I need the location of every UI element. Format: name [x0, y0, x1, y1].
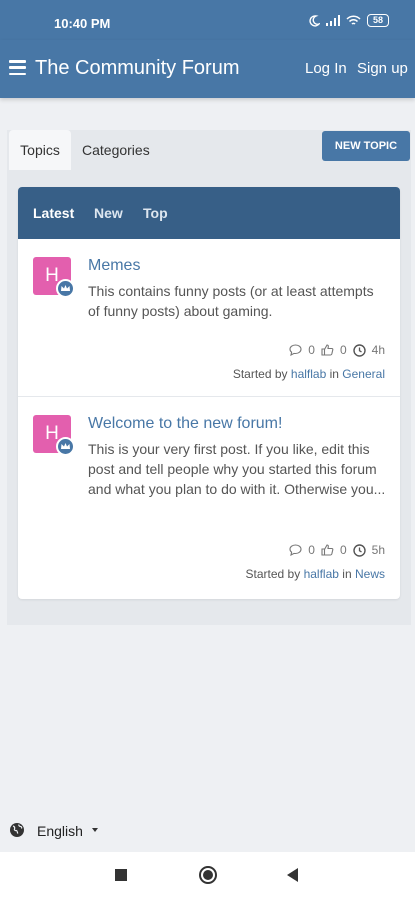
- hamburger-menu-icon[interactable]: [9, 60, 26, 75]
- filter-top[interactable]: Top: [143, 205, 168, 221]
- tab-topics[interactable]: Topics: [9, 130, 71, 170]
- signup-button[interactable]: Sign up: [357, 60, 408, 77]
- login-button[interactable]: Log In: [305, 60, 347, 77]
- started-by-label: Started by: [245, 567, 301, 581]
- category-link[interactable]: General: [342, 367, 385, 381]
- author-link[interactable]: halflab: [291, 367, 326, 381]
- like-count: 0: [339, 543, 347, 557]
- like-icon: [321, 544, 334, 556]
- topic-filter-nav: Latest New Top: [18, 187, 400, 239]
- topic-stats: 0 0 5h: [289, 543, 385, 557]
- crown-badge-icon: [56, 437, 75, 456]
- moon-icon: [309, 14, 320, 27]
- topic-age: 5h: [371, 543, 385, 557]
- author-link[interactable]: halflab: [304, 567, 339, 581]
- clock-icon: [352, 343, 366, 357]
- comment-icon: [289, 344, 302, 356]
- filter-new[interactable]: New: [94, 205, 123, 221]
- wifi-icon: [346, 15, 361, 25]
- main-content: Topics Categories NEW TOPIC Latest New T…: [7, 130, 411, 625]
- topic-excerpt: This contains funny posts (or at least a…: [88, 283, 374, 319]
- reply-count: 0: [308, 343, 315, 357]
- topic-title[interactable]: Memes: [88, 257, 140, 275]
- status-icons: 58: [308, 14, 389, 27]
- battery-icon: 58: [366, 14, 389, 27]
- new-topic-button[interactable]: NEW TOPIC: [322, 131, 410, 161]
- status-bar: 10:40 PM 58: [0, 0, 415, 40]
- topic-excerpt: This is your very first post. If you lik…: [88, 441, 386, 497]
- tab-categories[interactable]: Categories: [82, 130, 150, 170]
- reply-count: 0: [308, 543, 315, 557]
- topic-item[interactable]: H Memes This contains funny posts (or at…: [18, 239, 400, 397]
- clock-icon: [352, 543, 366, 557]
- topic-age: 4h: [371, 343, 385, 357]
- system-nav-bar: [0, 852, 415, 900]
- topic-started-by: Started by halflab in General: [233, 367, 385, 381]
- topic-item[interactable]: H Welcome to the new forum! This is your…: [18, 397, 400, 599]
- topic-list-panel: Latest New Top H Memes This contains fun…: [18, 187, 400, 599]
- back-icon[interactable]: [287, 868, 298, 882]
- app-header: The Community Forum Log In Sign up: [0, 40, 415, 98]
- forum-title[interactable]: The Community Forum: [35, 57, 240, 80]
- comment-icon: [289, 544, 302, 556]
- category-link[interactable]: News: [355, 567, 385, 581]
- crown-badge-icon: [56, 279, 75, 298]
- like-count: 0: [339, 343, 347, 357]
- in-label: in: [342, 567, 352, 581]
- globe-icon: [10, 823, 24, 837]
- in-label: in: [329, 367, 339, 381]
- recents-icon[interactable]: [115, 869, 127, 881]
- topic-started-by: Started by halflab in News: [246, 567, 385, 581]
- like-icon: [321, 344, 334, 356]
- topic-stats: 0 0 4h: [289, 343, 385, 357]
- caret-down-icon[interactable]: [92, 828, 98, 832]
- filter-latest[interactable]: Latest: [33, 205, 74, 221]
- started-by-label: Started by: [232, 367, 288, 381]
- home-icon[interactable]: [199, 866, 217, 884]
- signal-icon: [325, 15, 340, 26]
- topic-title[interactable]: Welcome to the new forum!: [88, 415, 282, 433]
- language-selector[interactable]: English: [0, 810, 415, 852]
- language-label[interactable]: English: [37, 823, 83, 839]
- status-time: 10:40 PM: [54, 16, 111, 31]
